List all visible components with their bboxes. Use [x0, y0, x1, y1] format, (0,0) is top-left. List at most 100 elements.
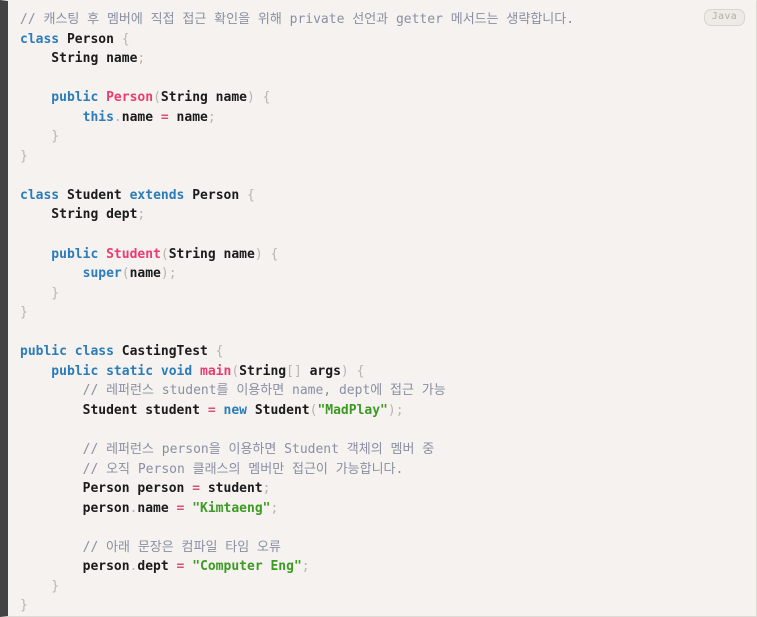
code-line: this.name = name;	[20, 108, 742, 128]
code-line: }	[20, 577, 742, 597]
code-token: =	[192, 481, 201, 497]
code-token: Person person	[20, 481, 193, 497]
code-token: String	[239, 363, 287, 379]
code-token: public static void	[20, 363, 201, 379]
code-line: person.dept = "Computer Eng";	[20, 557, 742, 577]
code-token: }	[20, 129, 60, 145]
code-token: ) {	[254, 246, 279, 262]
code-line: }	[20, 127, 742, 147]
code-token: );	[160, 266, 177, 282]
code-line: // 캐스팅 후 멤버에 직접 접근 확인을 위해 private 선언과 ge…	[20, 10, 742, 30]
code-token: name	[129, 266, 161, 282]
code-token: String dept	[20, 207, 138, 223]
code-token: args	[309, 363, 341, 379]
code-token: public class	[20, 344, 114, 360]
code-token: Student student	[20, 402, 208, 418]
code-line: public Student(String name) {	[20, 245, 742, 265]
code-token: }	[20, 305, 28, 321]
code-token: super	[20, 266, 122, 282]
code-token: {	[215, 344, 224, 360]
code-token: (	[153, 90, 161, 106]
code-token: Person	[106, 90, 154, 106]
code-token: // 오직 Person 클래스의 멤버만 접근이 가능합니다.	[20, 461, 404, 477]
code-token: person	[20, 500, 130, 516]
code-token: // 캐스팅 후 멤버에 직접 접근 확인을 위해 private 선언과 ge…	[20, 12, 575, 27]
code-line: // 레퍼런스 student를 이용하면 name, dept에 접근 가능	[20, 381, 742, 401]
code-line: public static void main(String[] args) {	[20, 362, 742, 382]
code-token: public	[20, 246, 107, 262]
code-token: =	[160, 109, 169, 125]
code-token: ;	[207, 109, 216, 125]
code-token: }	[20, 578, 60, 594]
code-token: String name	[168, 246, 255, 262]
code-line: public Person(String name) {	[20, 88, 742, 108]
code-line: class Student extends Person {	[20, 186, 742, 206]
code-token: ;	[301, 559, 310, 575]
code-token: // 아래 문장은 컴파일 타임 오류	[20, 539, 281, 555]
code-line: // 오직 Person 클래스의 멤버만 접근이 가능합니다.	[20, 460, 742, 480]
code-line: String name;	[20, 49, 742, 69]
code-token: new	[215, 402, 255, 418]
code-token: ;	[262, 481, 271, 497]
code-token: // 레퍼런스 person을 이용하면 Student 객체의 멤버 중	[20, 442, 435, 458]
code-token: String name	[20, 51, 138, 67]
code-token: ;	[270, 500, 279, 516]
code-token: class	[20, 31, 60, 47]
code-line: }	[20, 284, 742, 304]
code-token: name	[121, 109, 161, 125]
code-token: }	[20, 598, 28, 614]
code-token: ;	[137, 207, 146, 223]
code-token: name	[168, 109, 208, 125]
code-token: CastingTest	[113, 344, 216, 360]
code-block: Java // 캐스팅 후 멤버에 직접 접근 확인을 위해 private 선…	[0, 0, 757, 617]
code-line: super(name);	[20, 264, 742, 284]
code-token: ) {	[340, 363, 365, 379]
code-token: main	[200, 363, 232, 379]
code-line: class Person {	[20, 30, 742, 50]
code-token: public	[20, 90, 107, 106]
code-token: class	[20, 187, 60, 203]
code-token: "Kimtaeng"	[184, 500, 271, 516]
code-line: public class CastingTest {	[20, 342, 742, 362]
language-badge: Java	[703, 9, 745, 26]
code-line: }	[20, 596, 742, 616]
code-token: );	[387, 402, 404, 418]
code-token: extends	[129, 187, 185, 203]
code-token: =	[207, 402, 216, 418]
code-line: }	[20, 303, 742, 323]
code-token: }	[20, 285, 60, 301]
code-token: ;	[137, 51, 146, 67]
code-token: ) {	[246, 90, 271, 106]
code-token: student	[200, 481, 263, 497]
code-token: {	[121, 31, 130, 47]
code-token: .	[113, 109, 122, 125]
code-token: (	[160, 246, 169, 262]
code-token: name	[137, 500, 177, 516]
code-token: this	[20, 109, 114, 125]
code-token: "Computer Eng"	[184, 559, 302, 575]
code-line: // 레퍼런스 person을 이용하면 Student 객체의 멤버 중	[20, 440, 742, 460]
code-line: Student student = new Student("MadPlay")…	[20, 401, 742, 421]
code-token: Student	[254, 402, 310, 418]
code-token: (	[231, 363, 240, 379]
code-token: Person	[184, 187, 248, 203]
code-token: Student	[106, 246, 161, 262]
code-token: person	[20, 559, 130, 575]
code-token: }	[20, 148, 28, 164]
code-token: "MadPlay"	[317, 402, 388, 418]
code-token: // 레퍼런스 student를 이용하면 name, dept에 접근 가능	[20, 383, 446, 399]
code-line: String dept;	[20, 205, 742, 225]
code-token: {	[247, 187, 255, 203]
code-line: }	[20, 147, 742, 167]
code-line: // 아래 문장은 컴파일 타임 오류	[20, 538, 742, 558]
code-token: []	[286, 363, 310, 379]
code-token: String name	[160, 90, 247, 106]
code-content[interactable]: // 캐스팅 후 멤버에 직접 접근 확인을 위해 private 선언과 ge…	[8, 10, 756, 616]
code-token: Student	[59, 187, 130, 203]
